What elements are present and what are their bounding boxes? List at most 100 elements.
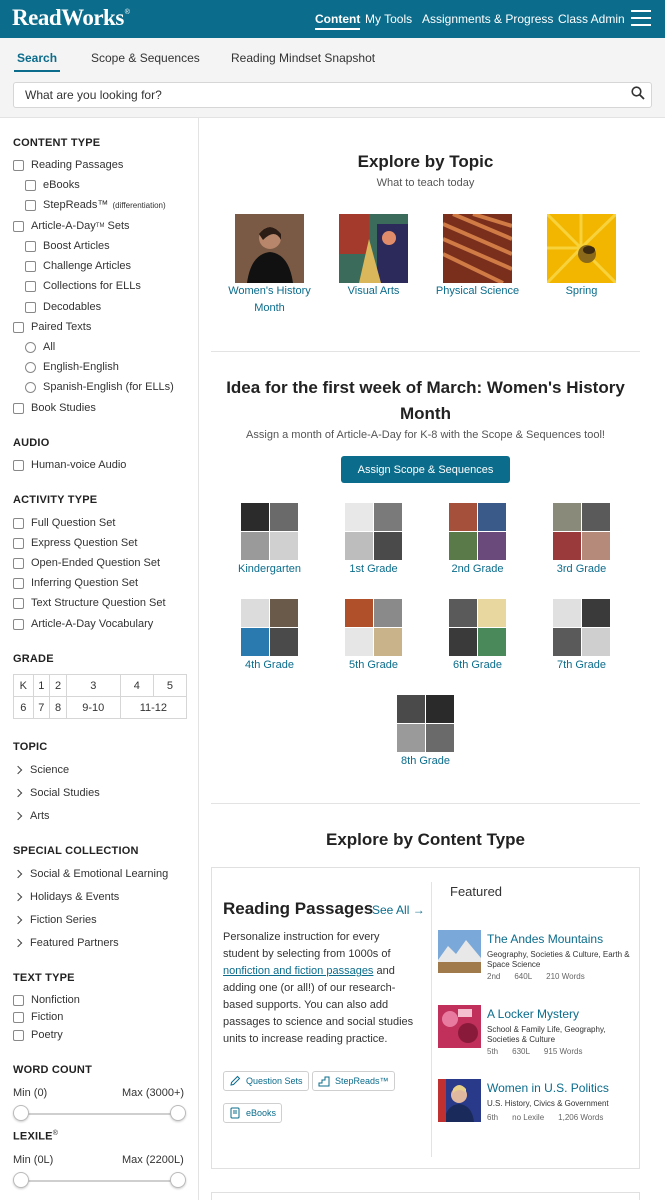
grade-image-3rd[interactable]	[553, 503, 610, 560]
pill-question-sets[interactable]: Question Sets	[223, 1071, 309, 1091]
grade-2[interactable]: 2	[49, 674, 67, 697]
checkbox[interactable]	[13, 557, 24, 569]
filter-nonfiction[interactable]: Nonfiction	[13, 994, 80, 1006]
grade-image-8th[interactable]	[397, 695, 454, 752]
topic-label-womens-history-2[interactable]: Month	[218, 302, 321, 314]
featured-thumb-women-politics[interactable]	[438, 1079, 481, 1122]
nonfiction-fiction-passages-link[interactable]: nonfiction and fiction passages	[223, 965, 373, 977]
filter-book-studies[interactable]: Book Studies	[13, 402, 96, 414]
grade-tile-1st[interactable]: 1st Grade	[322, 563, 425, 575]
collection-holidays-events[interactable]: Holidays & Events	[13, 891, 119, 903]
filter-express-question-set[interactable]: Express Question Set	[13, 537, 137, 549]
pill-ebooks[interactable]: eBooks	[223, 1103, 283, 1123]
checkbox[interactable]	[25, 240, 36, 252]
checkbox[interactable]	[25, 280, 36, 292]
tab-scope-sequences[interactable]: Scope & Sequences	[91, 51, 200, 65]
grade-image-5th[interactable]	[345, 599, 402, 656]
checkbox[interactable]	[13, 1011, 24, 1023]
nav-content[interactable]: Content	[315, 12, 361, 30]
collection-featured-partners[interactable]: Featured Partners	[13, 937, 119, 949]
topic-science[interactable]: Science	[13, 764, 69, 776]
filter-fiction[interactable]: Fiction	[13, 1011, 63, 1023]
word-count-slider-track[interactable]	[22, 1113, 178, 1115]
tab-reading-mindset-snapshot[interactable]: Reading Mindset Snapshot	[231, 51, 375, 65]
featured-title-locker[interactable]: A Locker Mystery	[487, 1007, 579, 1021]
filter-human-voice-audio[interactable]: Human-voice Audio	[13, 459, 126, 471]
grade-tile-3rd[interactable]: 3rd Grade	[530, 563, 633, 575]
search-input[interactable]	[13, 82, 652, 108]
filter-stepreads[interactable]: StepReads™ (differentiation)	[25, 199, 166, 211]
filter-inferring-question-set[interactable]: Inferring Question Set	[13, 577, 138, 589]
topic-label-womens-history-1[interactable]: Women's History	[218, 285, 321, 297]
featured-title-andes[interactable]: The Andes Mountains	[487, 932, 603, 946]
topic-social-studies[interactable]: Social Studies	[13, 787, 100, 799]
checkbox[interactable]	[25, 199, 36, 211]
grade-image-7th[interactable]	[553, 599, 610, 656]
filter-open-ended-question-set[interactable]: Open-Ended Question Set	[13, 557, 160, 569]
radio-button[interactable]	[25, 361, 36, 373]
grade-tile-6th[interactable]: 6th Grade	[426, 659, 529, 671]
filter-full-question-set[interactable]: Full Question Set	[13, 517, 115, 529]
topic-label-physical-science[interactable]: Physical Science	[426, 285, 529, 297]
word-count-min-handle[interactable]	[13, 1105, 29, 1121]
checkbox[interactable]	[13, 577, 24, 589]
grade-3[interactable]: 3	[65, 674, 121, 697]
checkbox[interactable]	[25, 179, 36, 191]
filter-paired-all[interactable]: All	[25, 341, 55, 353]
radio-button[interactable]	[25, 341, 36, 353]
checkbox[interactable]	[13, 597, 24, 609]
nav-class-admin[interactable]: Class Admin	[558, 12, 625, 26]
checkbox[interactable]	[25, 260, 36, 272]
pill-stepreads[interactable]: StepReads™	[312, 1071, 395, 1091]
nav-assignments-progress[interactable]: Assignments & Progress	[422, 12, 553, 26]
nav-my-tools[interactable]: My Tools	[365, 12, 412, 26]
grade-image-kindergarten[interactable]	[241, 503, 298, 560]
filter-paired-texts[interactable]: Paired Texts	[13, 321, 91, 333]
collection-social-emotional[interactable]: Social & Emotional Learning	[13, 868, 168, 880]
filter-collections-ells[interactable]: Collections for ELLs	[25, 280, 141, 292]
readworks-logo[interactable]: ReadWorks®	[12, 5, 130, 31]
filter-article-a-day-vocabulary[interactable]: Article-A-Day Vocabulary	[13, 618, 153, 630]
filter-poetry[interactable]: Poetry	[13, 1029, 63, 1041]
grade-5[interactable]: 5	[152, 674, 188, 697]
grade-6[interactable]: 6	[13, 696, 34, 719]
topic-label-visual-arts[interactable]: Visual Arts	[322, 285, 425, 297]
grade-tile-8th[interactable]: 8th Grade	[374, 755, 477, 767]
assign-scope-sequences-button[interactable]: Assign Scope & Sequences	[341, 456, 510, 483]
grade-7[interactable]: 7	[32, 696, 51, 719]
checkbox[interactable]	[25, 301, 36, 313]
checkbox[interactable]	[13, 459, 24, 471]
checkbox[interactable]	[13, 537, 24, 549]
grade-tile-kindergarten[interactable]: Kindergarten	[218, 563, 321, 575]
topic-arts[interactable]: Arts	[13, 810, 50, 822]
checkbox[interactable]	[13, 402, 24, 414]
checkbox[interactable]	[13, 220, 24, 232]
grade-image-4th[interactable]	[241, 599, 298, 656]
filter-boost-articles[interactable]: Boost Articles	[25, 240, 110, 252]
grade-9-10[interactable]: 9-10	[65, 696, 121, 719]
topic-label-spring[interactable]: Spring	[530, 285, 633, 297]
lexile-min-handle[interactable]	[13, 1172, 29, 1188]
grade-tile-5th[interactable]: 5th Grade	[322, 659, 425, 671]
filter-ebooks[interactable]: eBooks	[25, 179, 80, 191]
grade-8[interactable]: 8	[49, 696, 67, 719]
lexile-slider-track[interactable]	[22, 1180, 178, 1182]
search-icon[interactable]	[631, 86, 645, 100]
grade-4[interactable]: 4	[119, 674, 154, 697]
checkbox[interactable]	[13, 517, 24, 529]
checkbox[interactable]	[13, 1029, 24, 1041]
see-all-link[interactable]: See All →	[372, 903, 425, 917]
filter-challenge-articles[interactable]: Challenge Articles	[25, 260, 131, 272]
grade-tile-7th[interactable]: 7th Grade	[530, 659, 633, 671]
grade-1[interactable]: 1	[32, 674, 51, 697]
filter-paired-english-english[interactable]: English-English	[25, 361, 119, 373]
tab-search[interactable]: Search	[13, 51, 61, 72]
filter-paired-spanish-english[interactable]: Spanish-English (for ELLs)	[25, 381, 174, 393]
featured-thumb-locker[interactable]	[438, 1005, 481, 1048]
grade-image-6th[interactable]	[449, 599, 506, 656]
checkbox[interactable]	[13, 994, 24, 1006]
word-count-max-handle[interactable]	[170, 1105, 186, 1121]
grade-image-2nd[interactable]	[449, 503, 506, 560]
lexile-max-handle[interactable]	[170, 1172, 186, 1188]
radio-button[interactable]	[25, 381, 36, 393]
